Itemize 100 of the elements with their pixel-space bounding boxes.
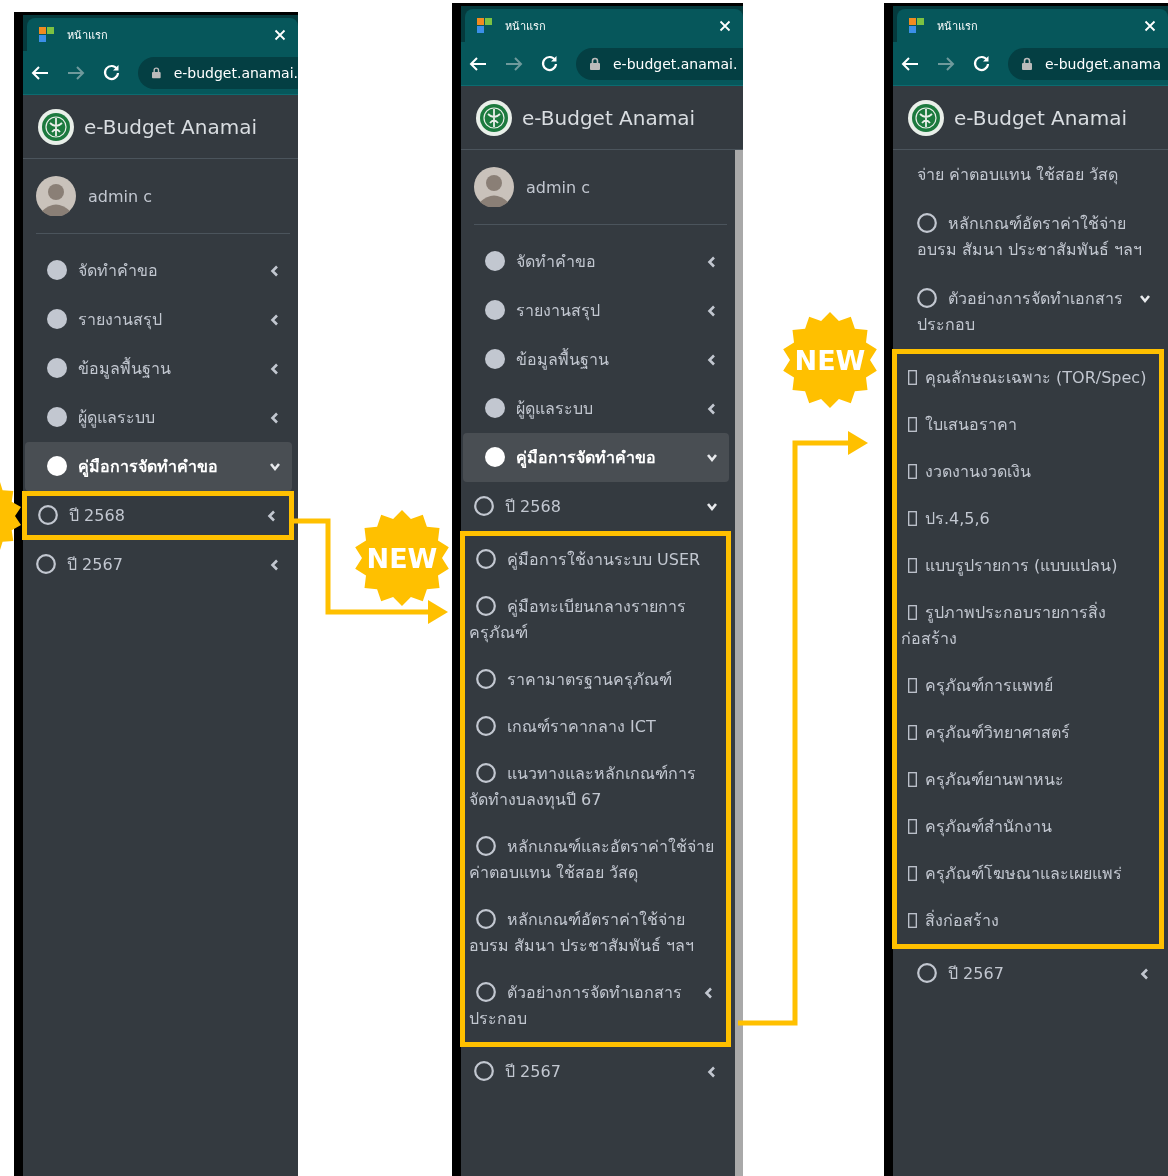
menu-item[interactable]: แบบรูปรายการ (แบบแปลน)	[897, 542, 1159, 589]
circle-icon	[47, 358, 67, 378]
circle-icon	[47, 456, 67, 476]
menu-item[interactable]: งวดงานงวดเงิน	[897, 448, 1159, 495]
menu-item[interactable]: สิ่งก่อสร้าง	[897, 897, 1159, 944]
menu-item[interactable]: จัดทำคำขอ	[463, 237, 729, 286]
reload-icon[interactable]	[103, 64, 120, 81]
circle-icon	[485, 300, 505, 320]
reload-icon[interactable]	[541, 55, 558, 72]
circle-icon	[47, 309, 67, 329]
rectangle-icon	[908, 558, 917, 573]
close-icon[interactable]	[1144, 19, 1156, 32]
rectangle-icon	[908, 772, 917, 787]
ring-icon	[917, 963, 937, 983]
menu-item[interactable]: ครุภัณฑ์ยานพาหนะ	[897, 756, 1159, 803]
ring-icon	[476, 669, 496, 689]
menu-item[interactable]: ครุภัณฑ์สำนักงาน	[897, 803, 1159, 850]
ring-icon	[476, 716, 496, 736]
menu-item[interactable]: คู่มือการจัดทำคำขอ	[463, 433, 729, 482]
ring-icon	[476, 982, 496, 1002]
menu-item[interactable]: คุณลักษณะเฉพาะ (TOR/Spec)	[897, 354, 1159, 401]
circle-icon	[485, 349, 505, 369]
browser-tab[interactable]: หน้าแรก	[465, 9, 743, 42]
address-bar[interactable]: e-budget.anamai.	[576, 47, 743, 80]
url-text: e-budget.anama	[1045, 55, 1161, 72]
back-arrow-icon[interactable]	[31, 64, 49, 81]
browser-tab[interactable]: หน้าแรก	[27, 18, 298, 51]
url-text: e-budget.anamai.	[613, 55, 738, 72]
starburst-badge: NEW	[783, 312, 877, 408]
menu-item[interactable]: รูปภาพประกอบรายการสิ่งก่อสร้าง	[897, 589, 1159, 662]
forward-arrow-icon[interactable]	[505, 55, 523, 72]
rectangle-icon	[908, 819, 917, 834]
menu-item[interactable]: หลักเกณฑ์อัตราค่าใช้จ่ายอบรม สัมนา ประชาสัมพันธ์ ฯลฯ	[895, 199, 1162, 274]
app-title: e-Budget Anamai	[522, 105, 695, 130]
avatar-icon	[474, 167, 514, 207]
menu-item[interactable]: ปี 2567	[463, 1047, 729, 1096]
tab-title: หน้าแรก	[505, 18, 547, 35]
ring-icon	[474, 1061, 494, 1081]
menu-item[interactable]: รายงานสรุป	[25, 295, 292, 344]
menu-item[interactable]: คู่มือการจัดทำคำขอ	[25, 442, 292, 491]
menu-item[interactable]: ผู้ดูแลระบบ	[25, 393, 292, 442]
menu-item[interactable]: ตัวอย่างการจัดทำเอกสารประกอบ	[895, 274, 1162, 349]
favicon-icon	[477, 17, 493, 34]
menu-item[interactable]: ปี 2567	[895, 949, 1162, 998]
lock-icon	[152, 66, 161, 79]
circle-icon	[47, 260, 67, 280]
logo-icon	[37, 107, 75, 146]
menu-item[interactable]: ราคามาตรฐานครุภัณฑ์	[465, 656, 726, 703]
menu-item[interactable]: คู่มือทะเบียนกลางรายการครุภัณฑ์	[465, 583, 726, 656]
ring-icon	[476, 596, 496, 616]
reload-icon[interactable]	[973, 55, 990, 72]
menu-item[interactable]: จัดทำคำขอ	[25, 246, 292, 295]
close-icon[interactable]	[719, 19, 731, 32]
ring-icon	[917, 288, 937, 308]
menu-item[interactable]: ปร.4,5,6	[897, 495, 1159, 542]
menu-item[interactable]: ตัวอย่างการจัดทำเอกสารประกอบ	[465, 969, 726, 1042]
menu-item[interactable]: ข้อมูลพื้นฐาน	[463, 335, 729, 384]
forward-arrow-icon[interactable]	[67, 64, 85, 81]
ring-icon	[474, 496, 494, 516]
scrollbar[interactable]	[735, 150, 743, 1176]
forward-arrow-icon[interactable]	[937, 55, 955, 72]
url-text: e-budget.anamai.	[173, 64, 298, 81]
rectangle-icon	[908, 417, 917, 432]
menu-item[interactable]: ปี 2568	[27, 496, 289, 535]
browser-tab[interactable]: หน้าแรก	[897, 9, 1168, 42]
circle-icon	[485, 447, 505, 467]
menu-item[interactable]: ปี 2568	[463, 482, 729, 531]
menu-item[interactable]: หลักเกณฑ์และอัตราค่าใช้จ่าย ค่าตอบแทน ใช้สอย วัสดุ	[465, 823, 726, 896]
lock-icon	[1022, 57, 1032, 70]
app-title: e-Budget Anamai	[84, 114, 257, 139]
menu-item[interactable]: ปี 2567	[25, 540, 292, 589]
menu-item[interactable]: ใบเสนอราคา	[897, 401, 1159, 448]
rectangle-icon	[908, 370, 917, 385]
menu-item[interactable]: คู่มือการใช้งานระบบ USER	[465, 536, 726, 583]
menu-item[interactable]: แนวทางและหลักเกณฑ์การจัดทำงบลงทุนปี 67	[465, 750, 726, 823]
back-arrow-icon[interactable]	[469, 55, 487, 72]
ring-icon	[36, 554, 56, 574]
rectangle-icon	[908, 678, 917, 693]
menu-item[interactable]: ครุภัณฑ์โฆษณาและเผยแพร่	[897, 850, 1159, 897]
ring-icon	[38, 505, 58, 525]
user-name[interactable]: admin c	[88, 186, 152, 206]
address-bar[interactable]: e-budget.anamai.	[138, 56, 298, 89]
close-icon[interactable]	[274, 28, 286, 41]
menu-item[interactable]: รายงานสรุป	[463, 286, 729, 335]
favicon-icon	[909, 17, 925, 34]
menu-item[interactable]: จ่าย ค่าตอบแทน ใช้สอย วัสดุ	[895, 162, 1162, 199]
menu-item[interactable]: หลักเกณฑ์อัตราค่าใช้จ่ายอบรม สัมนา ประชาสัมพันธ์ ฯลฯ	[465, 896, 726, 969]
rectangle-icon	[908, 725, 917, 740]
menu-item[interactable]: ข้อมูลพื้นฐาน	[25, 344, 292, 393]
ring-icon	[917, 213, 937, 233]
user-name[interactable]: admin c	[526, 177, 590, 197]
menu-item[interactable]: ครุภัณฑ์การแพทย์	[897, 662, 1159, 709]
menu-item[interactable]: ผู้ดูแลระบบ	[463, 384, 729, 433]
address-bar[interactable]: e-budget.anama	[1008, 47, 1168, 80]
menu-item[interactable]: เกณฑ์ราคากลาง ICT	[465, 703, 726, 750]
menu-item[interactable]: ครุภัณฑ์วิทยาศาสตร์	[897, 709, 1159, 756]
back-arrow-icon[interactable]	[901, 55, 919, 72]
rectangle-icon	[908, 913, 917, 928]
ring-icon	[476, 763, 496, 783]
circle-icon	[485, 251, 505, 271]
